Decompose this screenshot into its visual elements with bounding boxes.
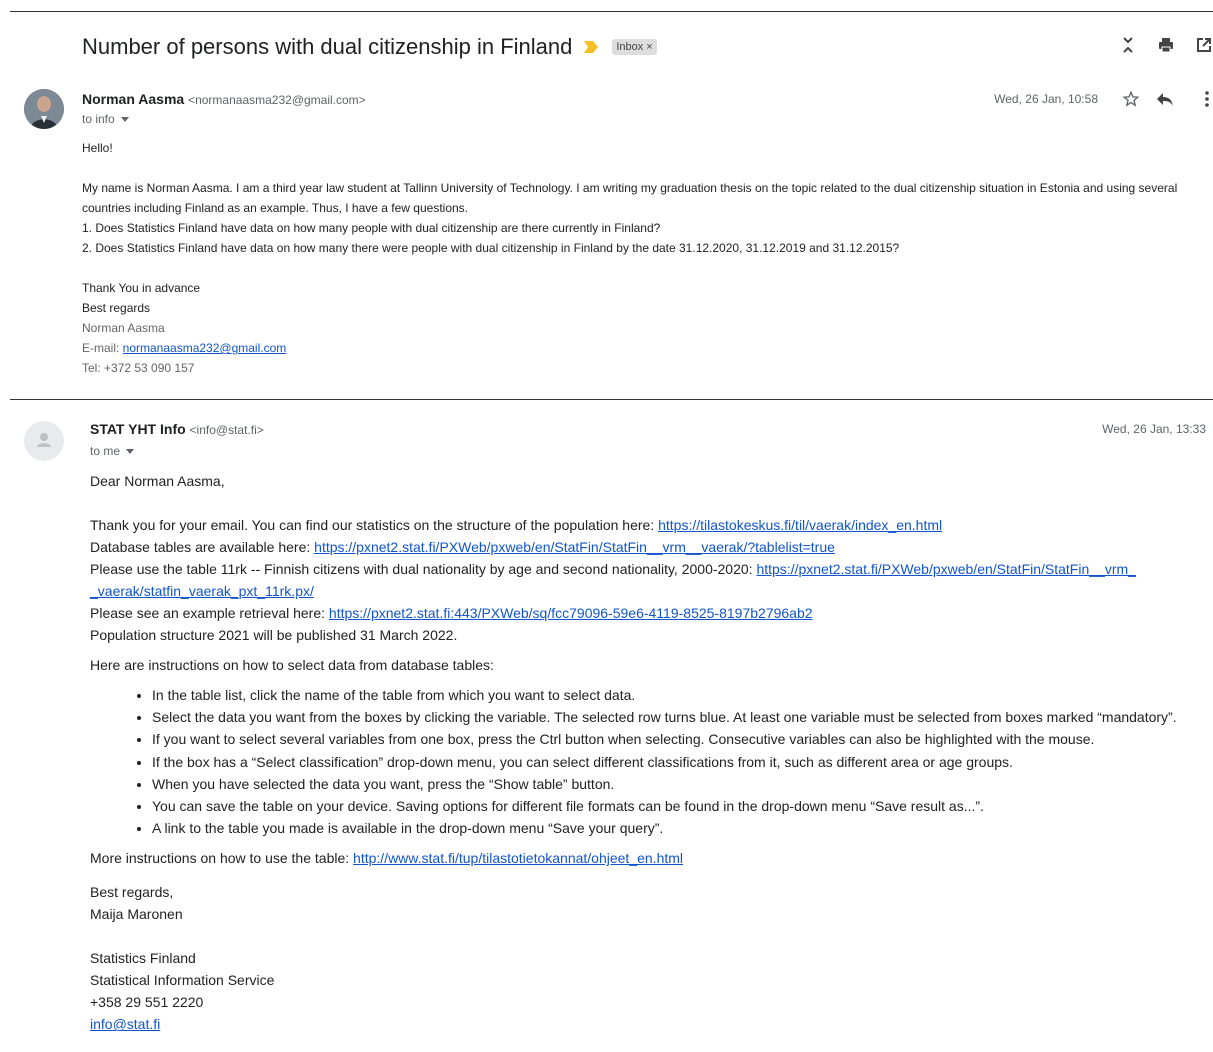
signature-email-label: E-mail: — [82, 341, 123, 355]
message1-sender: Norman Aasma <normanaasma232@gmail.com> — [82, 91, 366, 107]
message1-body: Hello! My name is Norman Aasma. I am a t… — [82, 138, 1213, 378]
more-instructions-link[interactable]: http://www.stat.fi/tup/tilastotietokanna… — [353, 850, 683, 866]
recipients-toggle[interactable]: to me — [90, 444, 135, 458]
sender-name[interactable]: Norman Aasma — [82, 91, 184, 107]
signature-name: Norman Aasma — [82, 321, 165, 335]
paragraph-table-link-cont: _vaerak/statfin_vaerak_pxt_11rk.px/ — [90, 580, 1213, 602]
sender-avatar-placeholder[interactable] — [24, 421, 64, 461]
message-date: Wed, 26 Jan, 10:58 — [994, 92, 1098, 106]
list-item: If you want to select several variables … — [152, 728, 1213, 750]
paragraph-statistics-link: Thank you for your email. You can find o… — [90, 517, 943, 533]
closing-thanks: Thank You in advance — [82, 281, 201, 295]
signer-name: Maija Maronen — [90, 906, 183, 923]
list-item: Select the data you want from the boxes … — [152, 706, 1213, 728]
sender-name[interactable]: STAT YHT Info — [90, 421, 186, 437]
importance-marker-icon[interactable] — [584, 41, 599, 53]
signature-phone: Tel: +372 53 090 157 — [82, 361, 195, 375]
message-divider — [10, 399, 1213, 400]
sender-email: <normanaasma232@gmail.com> — [188, 93, 366, 107]
message-date: Wed, 26 Jan, 13:33 — [1102, 422, 1206, 436]
signature-email: E-mail: normanaasma232@gmail.com — [82, 338, 1213, 358]
recipients-text: to info — [82, 112, 115, 126]
thread-subject: Number of persons with dual citizenship … — [82, 34, 573, 59]
inbox-label-chip[interactable]: Inbox × — [612, 39, 657, 55]
print-icon[interactable] — [1157, 36, 1175, 54]
closing-regards: Best regards — [82, 301, 151, 315]
publication-note: Population structure 2021 will be publis… — [90, 627, 458, 643]
recipients-toggle[interactable]: to info — [82, 112, 129, 126]
table-11rk-link-cont[interactable]: _vaerak/statfin_vaerak_pxt_11rk.px/ — [90, 583, 314, 599]
more-options-icon[interactable] — [1205, 90, 1209, 113]
reply-icon[interactable] — [1156, 91, 1174, 112]
chevron-down-icon[interactable] — [126, 449, 135, 455]
top-divider — [10, 11, 1213, 12]
sender-avatar[interactable] — [24, 89, 64, 129]
greeting: Dear Norman Aasma, — [90, 473, 225, 489]
database-tables-link[interactable]: https://pxnet2.stat.fi/PXWeb/pxweb/en/St… — [314, 539, 835, 555]
recipients-text: to me — [90, 444, 121, 458]
paragraph-database-link: Database tables are available here: http… — [90, 539, 835, 555]
star-icon[interactable] — [1122, 90, 1140, 113]
inbox-label-text: Inbox — [616, 41, 644, 53]
instructions-intro: Here are instructions on how to select d… — [90, 657, 494, 673]
thread-header: Number of persons with dual citizenship … — [82, 32, 1213, 62]
org-phone: +358 29 551 2220 — [90, 994, 204, 1011]
open-in-new-window-icon[interactable] — [1195, 36, 1213, 54]
greeting: Hello! — [82, 141, 113, 155]
sender-email: <info@stat.fi> — [189, 423, 264, 437]
table-11rk-link[interactable]: https://pxnet2.stat.fi/PXWeb/pxweb/en/St… — [756, 561, 1135, 577]
org-name: Statistics Finland — [90, 950, 196, 967]
org-department: Statistical Information Service — [90, 972, 275, 989]
signature-email-link[interactable]: normanaasma232@gmail.com — [123, 341, 287, 355]
question-2: 2. Does Statistics Finland have data on … — [82, 241, 900, 255]
paragraph-example-link: Please see an example retrieval here: ht… — [90, 605, 813, 621]
more-instructions: More instructions on how to use the tabl… — [90, 850, 684, 867]
list-item: You can save the table on your device. S… — [152, 795, 1213, 817]
thread-actions — [1119, 36, 1213, 54]
message2-sender: STAT YHT Info <info@stat.fi> — [90, 421, 264, 437]
list-item: A link to the table you made is availabl… — [152, 817, 1213, 839]
question-1: 1. Does Statistics Finland have data on … — [82, 221, 661, 235]
collapse-all-icon[interactable] — [1119, 36, 1137, 54]
paragraph-table-link: Please use the table 11rk -- Finnish cit… — [90, 561, 1136, 577]
list-item: When you have selected the data you want… — [152, 773, 1213, 795]
message2-body: Dear Norman Aasma, Thank you for your em… — [90, 470, 1213, 1035]
org-email-link[interactable]: info@stat.fi — [90, 1016, 160, 1032]
body-paragraph: My name is Norman Aasma. I am a third ye… — [82, 181, 1178, 215]
remove-label-icon[interactable]: × — [646, 41, 652, 53]
list-item: If the box has a “Select classification”… — [152, 751, 1213, 773]
instructions-list: In the table list, click the name of the… — [90, 684, 1213, 839]
chevron-down-icon[interactable] — [120, 117, 129, 123]
closing-regards: Best regards, — [90, 884, 174, 901]
example-retrieval-link[interactable]: https://pxnet2.stat.fi:443/PXWeb/sq/fcc7… — [329, 605, 813, 621]
list-item: In the table list, click the name of the… — [152, 684, 1213, 706]
statistics-link[interactable]: https://tilastokeskus.fi/til/vaerak/inde… — [658, 517, 942, 533]
